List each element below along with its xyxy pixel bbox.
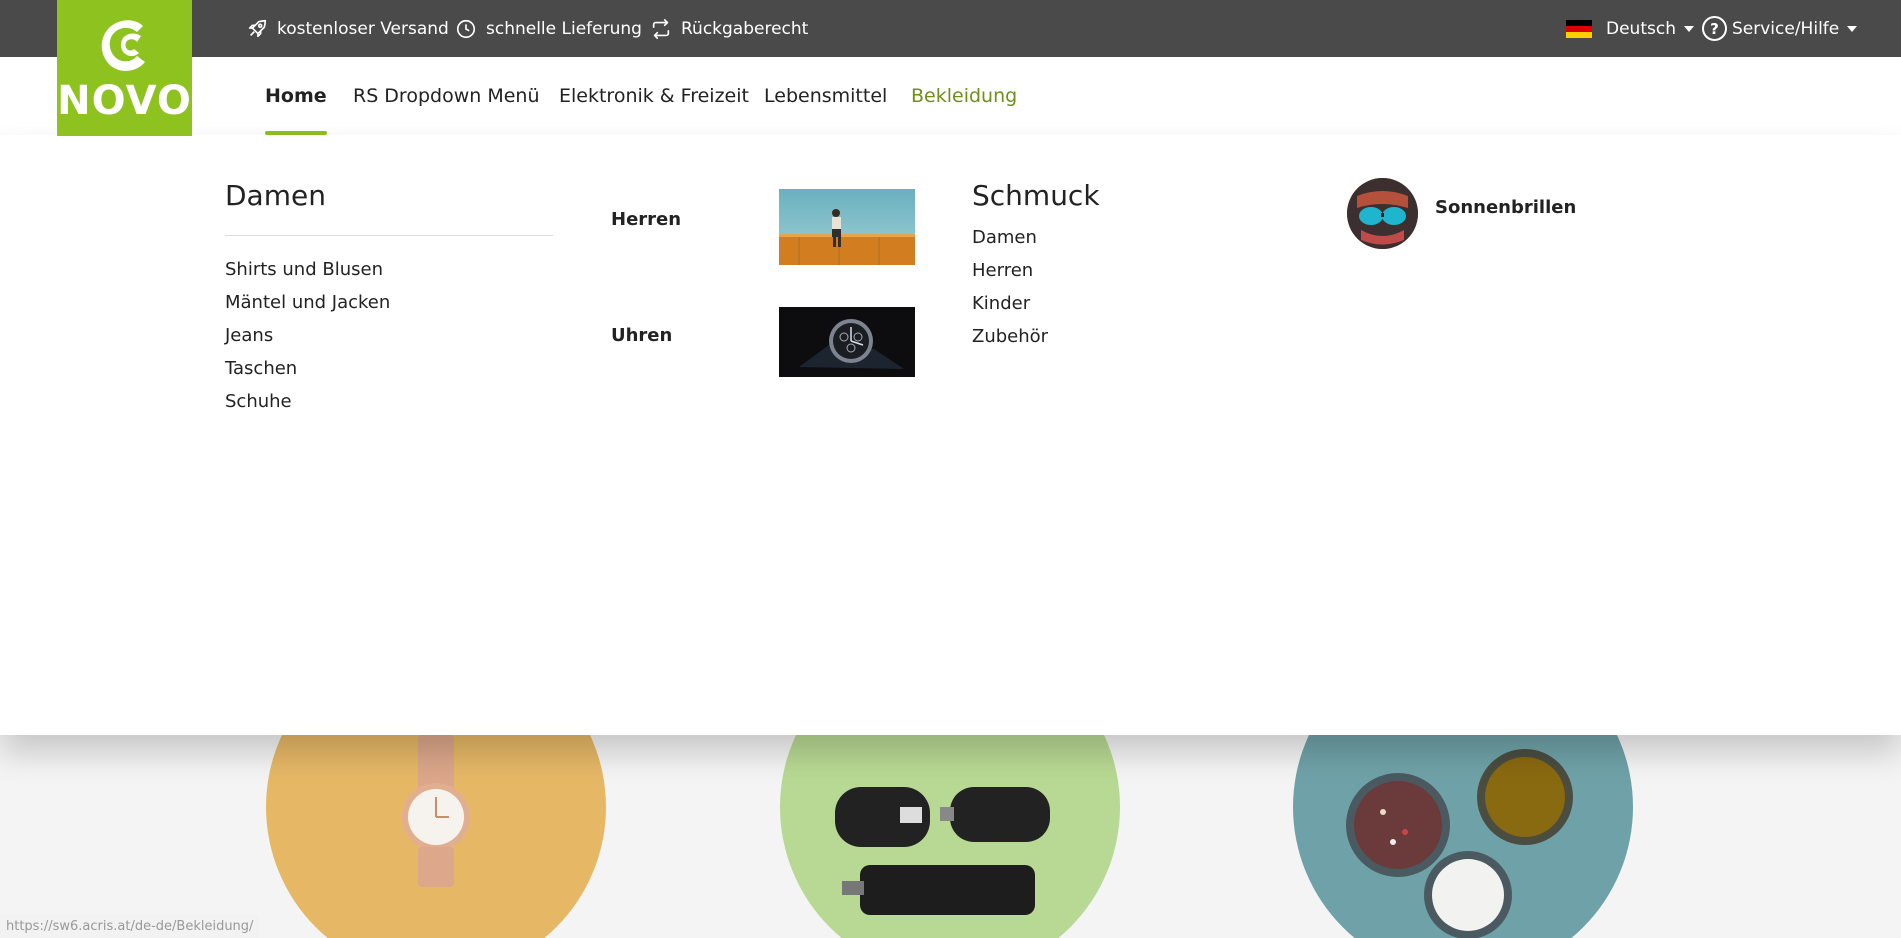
flyout-category-damen[interactable]: Damen	[225, 179, 326, 212]
flyout-category-uhren[interactable]: Uhren	[611, 325, 672, 346]
flyout-link[interactable]: Damen	[972, 221, 1048, 254]
nav-item-elektronik[interactable]: Elektronik & Freizeit	[559, 57, 749, 135]
flyout-category-sonnenbrillen[interactable]: Sonnenbrillen	[1435, 197, 1576, 218]
top-bar: kostenloser Versand schnelle Lieferung R…	[0, 0, 1901, 57]
flyout-link[interactable]: Shirts und Blusen	[225, 253, 390, 286]
nav-item-lebensmittel[interactable]: Lebensmittel	[764, 57, 887, 135]
usp-shipping: kostenloser Versand	[246, 0, 449, 57]
usp-label: schnelle Lieferung	[486, 18, 642, 39]
caret-down-icon	[1847, 25, 1858, 32]
flyout-link[interactable]: Herren	[972, 254, 1048, 287]
logo[interactable]: NOVO	[57, 0, 192, 136]
schmuck-subcategory-list: Damen Herren Kinder Zubehör	[972, 221, 1048, 353]
novo-logo-mark-icon	[101, 20, 145, 71]
flyout-link[interactable]: Jeans	[225, 319, 390, 352]
damen-subcategory-list: Shirts und Blusen Mäntel und Jacken Jean…	[225, 253, 390, 418]
caret-down-icon	[1683, 25, 1694, 32]
rocket-icon	[248, 19, 267, 37]
main-navigation: Home RS Dropdown Menü Elektronik & Freiz…	[0, 57, 1901, 135]
page-content	[0, 735, 1901, 938]
language-switcher[interactable]: Deutsch	[1566, 0, 1694, 57]
flyout-link[interactable]: Schuhe	[225, 385, 390, 418]
uhren-thumbnail[interactable]	[779, 307, 915, 377]
help-icon: ?	[1702, 16, 1727, 41]
flyout-link[interactable]: Kinder	[972, 287, 1048, 320]
usp-return: Rückgaberecht	[650, 0, 808, 57]
flyout-menu: Damen Shirts und Blusen Mäntel und Jacke…	[0, 135, 1901, 735]
flyout-category-herren[interactable]: Herren	[611, 209, 681, 230]
herren-thumbnail[interactable]	[779, 189, 915, 265]
flyout-link[interactable]: Mäntel und Jacken	[225, 286, 390, 319]
flyout-category-schmuck[interactable]: Schmuck	[972, 179, 1100, 212]
flyout-link[interactable]: Taschen	[225, 352, 390, 385]
nav-item-rs-dropdown[interactable]: RS Dropdown Menü	[353, 57, 539, 135]
sonnenbrillen-thumbnail[interactable]	[1347, 178, 1418, 249]
usp-label: kostenloser Versand	[277, 18, 449, 39]
german-flag-icon	[1566, 19, 1592, 38]
language-label: Deutsch	[1606, 18, 1676, 39]
logo-text: NOVO	[57, 78, 192, 124]
category-image-spices[interactable]	[1293, 735, 1633, 938]
divider	[225, 235, 553, 236]
category-image-watch[interactable]	[266, 735, 606, 938]
nav-item-home[interactable]: Home	[265, 57, 327, 135]
status-bar-url: https://sw6.acris.at/de-de/Bekleidung/	[0, 914, 260, 938]
return-icon	[652, 18, 670, 39]
nav-item-bekleidung[interactable]: Bekleidung	[911, 57, 1017, 135]
category-image-chargers[interactable]	[780, 735, 1120, 938]
flyout-link[interactable]: Zubehör	[972, 320, 1048, 353]
usp-label: Rückgaberecht	[681, 18, 809, 39]
service-label: Service/Hilfe	[1732, 18, 1840, 39]
service-menu[interactable]: ? Service/Hilfe	[1702, 0, 1858, 57]
usp-delivery: schnelle Lieferung	[455, 0, 642, 57]
clock-icon	[456, 19, 476, 38]
